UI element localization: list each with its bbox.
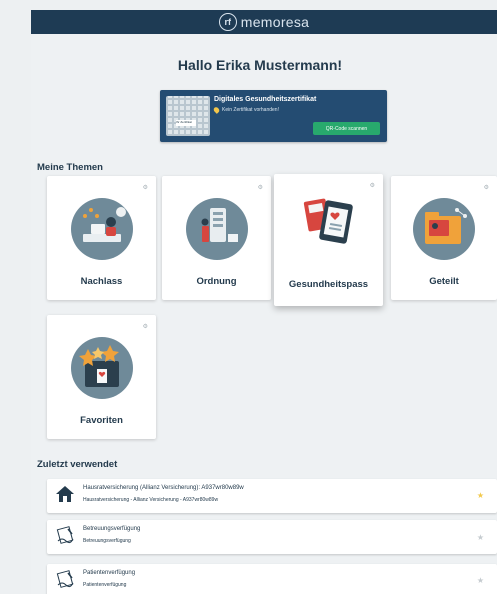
certificate-status: Kein Zertifikat vorhanden! bbox=[212, 106, 279, 114]
topic-label: Gesundheitspass bbox=[288, 279, 369, 290]
settings-icon[interactable]: ⚙ bbox=[143, 323, 148, 330]
brand[interactable]: rf memoresa bbox=[218, 13, 310, 31]
recent-item[interactable]: Patientenverfügung Patientenverfügung ★ bbox=[47, 564, 497, 594]
certificate-image: Ihr Zertifikat bbox=[166, 96, 210, 136]
topic-label: Nachlass bbox=[80, 276, 123, 287]
health-pass-icon bbox=[298, 190, 360, 252]
greeting-heading: Hallo Erika Mustermann! bbox=[177, 57, 343, 73]
topic-label: Favoriten bbox=[80, 415, 123, 426]
certificate-image-label: Ihr Zertifikat bbox=[176, 120, 196, 126]
recent-item-subtitle: Patientenverfügung bbox=[83, 582, 127, 588]
memoresa-logo-icon: rf bbox=[218, 13, 237, 31]
recent-heading: Zuletzt verwendet bbox=[37, 459, 118, 470]
certificate-title: Digitales Gesundheitszertifikat bbox=[214, 96, 317, 103]
documents-organize-icon bbox=[185, 198, 248, 260]
favorite-star-icon[interactable]: ★ bbox=[477, 533, 484, 542]
recent-item[interactable]: Hausratversicherung (Allianz Versicherun… bbox=[47, 479, 497, 513]
topic-tile-favoriten[interactable]: ⚙ Favoriten bbox=[47, 315, 156, 439]
topic-label: Ordnung bbox=[196, 276, 237, 287]
topic-tile-geteilt[interactable]: ⚙ Geteilt bbox=[391, 176, 497, 300]
settings-icon[interactable]: ⚙ bbox=[143, 184, 148, 191]
location-pin-icon bbox=[212, 106, 221, 114]
recent-item-title: Patientenverfügung bbox=[83, 570, 136, 576]
certificate-status-text: Kein Zertifikat vorhanden! bbox=[222, 107, 279, 113]
top-bar: rf memoresa bbox=[31, 10, 497, 34]
topic-tile-ordnung[interactable]: ⚙ Ordnung bbox=[162, 176, 271, 300]
house-icon bbox=[55, 485, 75, 503]
favorites-folder-icon bbox=[70, 337, 133, 399]
topics-heading: Meine Themen bbox=[37, 162, 103, 173]
shared-folder-icon bbox=[413, 198, 475, 260]
recent-item-title: Betreuungsverfügung bbox=[83, 526, 141, 532]
settings-icon[interactable]: ⚙ bbox=[484, 184, 489, 191]
health-certificate-card[interactable]: Ihr Zertifikat Digitales Gesundheitszert… bbox=[160, 90, 387, 142]
favorite-star-icon[interactable]: ★ bbox=[477, 576, 484, 585]
recent-item-subtitle: Betreuungsverfügung bbox=[83, 538, 131, 544]
topic-label: Geteilt bbox=[429, 276, 459, 287]
recent-item-title: Hausratversicherung (Allianz Versicherun… bbox=[83, 485, 244, 491]
brand-name: memoresa bbox=[240, 14, 310, 30]
favorite-star-icon[interactable]: ★ bbox=[477, 491, 484, 500]
settings-icon[interactable]: ⚙ bbox=[258, 184, 263, 191]
topic-tile-nachlass[interactable]: ⚙ Nachlass bbox=[47, 176, 156, 300]
topic-tile-gesundheitspass[interactable]: ⚙ Gesundheitspass bbox=[274, 174, 383, 306]
signature-document-icon bbox=[55, 570, 75, 588]
scan-qr-code-button[interactable]: QR-Code scannen bbox=[313, 122, 380, 135]
recent-item-subtitle: Hausratversicherung - Allianz Versicheru… bbox=[83, 497, 219, 503]
desk-person-icon bbox=[70, 198, 133, 260]
signature-document-icon bbox=[55, 526, 75, 544]
recent-item[interactable]: Betreuungsverfügung Betreuungsverfügung … bbox=[47, 520, 497, 554]
settings-icon[interactable]: ⚙ bbox=[370, 182, 375, 189]
